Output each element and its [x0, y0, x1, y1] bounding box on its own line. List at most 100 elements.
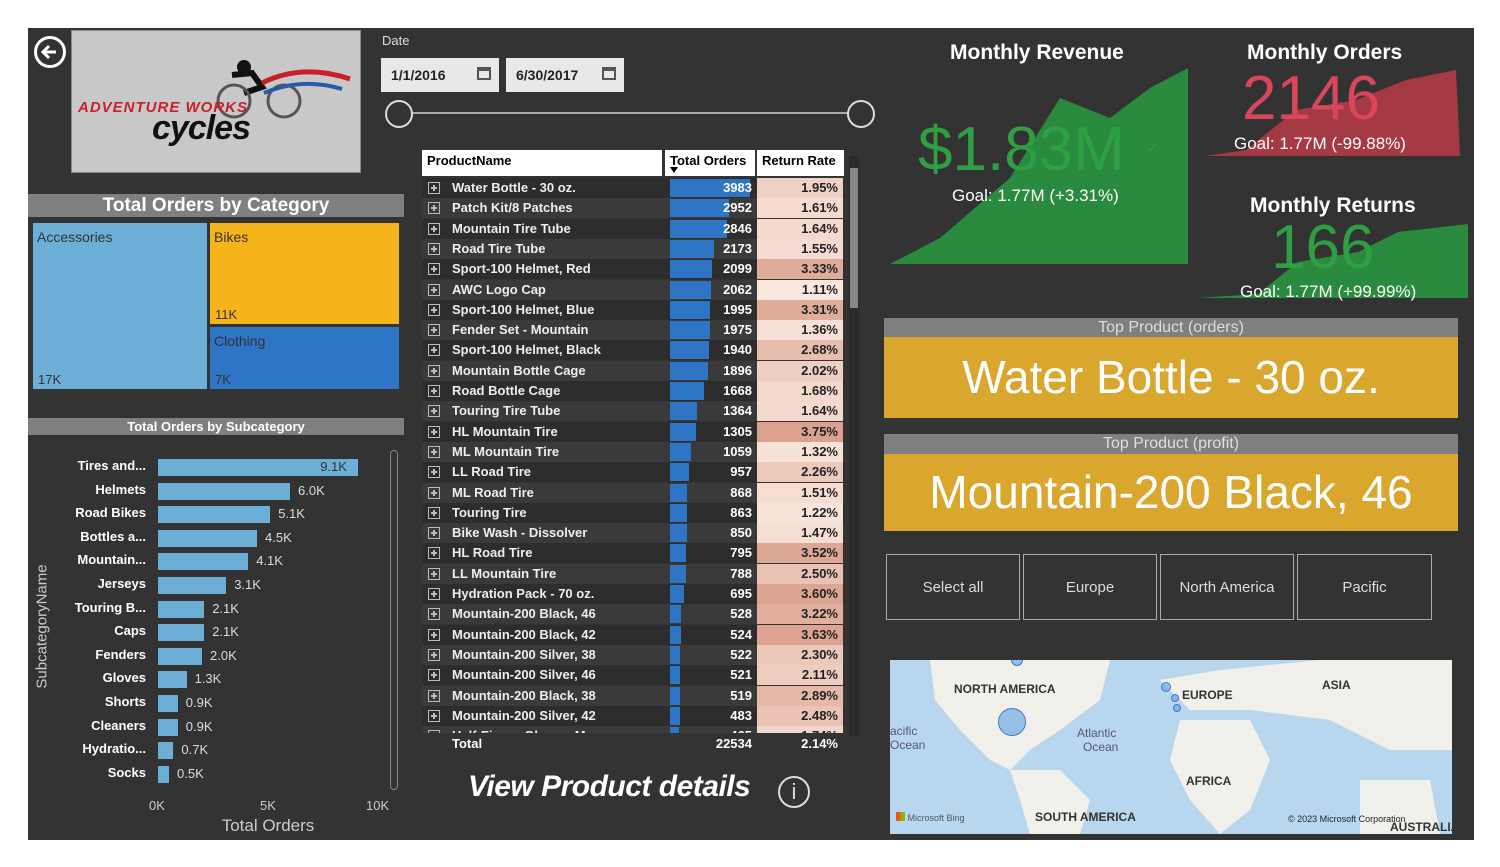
- expand-icon[interactable]: [428, 405, 440, 418]
- table-row[interactable]: ML Road Tire 868 1.51%: [422, 482, 844, 503]
- scrollbar-thumb[interactable]: [850, 168, 858, 308]
- table-row[interactable]: Mountain-200 Silver, 38 522 2.30%: [422, 644, 844, 665]
- bar[interactable]: [158, 765, 169, 783]
- column-header-product[interactable]: ProductName: [422, 150, 662, 176]
- back-button[interactable]: [34, 36, 66, 68]
- expand-icon[interactable]: [428, 364, 440, 377]
- expand-icon[interactable]: [428, 527, 440, 540]
- expand-icon[interactable]: [428, 608, 440, 621]
- region-pacific[interactable]: Pacific: [1297, 554, 1432, 620]
- table-row[interactable]: Half-Finger Gloves, M 465 1.74%: [422, 726, 844, 733]
- end-date-field[interactable]: 6/30/2017: [506, 58, 624, 92]
- expand-icon[interactable]: [428, 669, 440, 682]
- table-row[interactable]: Road Bottle Cage 1668 1.68%: [422, 381, 844, 401]
- date-slider-end-handle[interactable]: [847, 100, 875, 128]
- table-row[interactable]: ML Mountain Tire 1059 1.32%: [422, 441, 844, 462]
- map-bubble-germany[interactable]: [1171, 694, 1179, 702]
- region-north-america[interactable]: North America: [1160, 554, 1294, 620]
- expand-icon[interactable]: [428, 689, 440, 702]
- sales-map[interactable]: NORTH AMERICA EUROPE ASIA Atlantic Ocean…: [890, 660, 1452, 834]
- table-row[interactable]: Hydration Pack - 70 oz. 695 3.60%: [422, 584, 844, 604]
- bar[interactable]: [158, 553, 249, 571]
- map-bubble-north-america[interactable]: [998, 708, 1026, 736]
- expand-icon[interactable]: [428, 283, 440, 296]
- region-select-all[interactable]: Select all: [886, 554, 1020, 620]
- table-row[interactable]: Patch Kit/8 Patches 2952 1.61%: [422, 198, 844, 219]
- table-row[interactable]: LL Road Tire 957 2.26%: [422, 462, 844, 483]
- bar[interactable]: [158, 529, 257, 547]
- view-product-details-link[interactable]: View Product details: [468, 770, 751, 804]
- chart-scrollbar[interactable]: [390, 450, 398, 790]
- column-header-orders[interactable]: Total Orders: [665, 150, 755, 176]
- table-row[interactable]: Touring Tire Tube 1364 1.64%: [422, 401, 844, 422]
- expand-icon[interactable]: [428, 506, 440, 519]
- table-row[interactable]: Mountain-200 Black, 46 528 3.22%: [422, 604, 844, 625]
- map-bubble-france[interactable]: [1173, 704, 1181, 712]
- map-bubble-uk[interactable]: [1161, 682, 1171, 692]
- bar[interactable]: [158, 506, 271, 524]
- expand-icon[interactable]: [428, 628, 440, 641]
- table-scrollbar[interactable]: [849, 156, 859, 736]
- table-row[interactable]: HL Mountain Tire 1305 3.75%: [422, 421, 844, 442]
- date-slider-start-handle[interactable]: [385, 100, 413, 128]
- expand-icon[interactable]: [428, 730, 440, 733]
- expand-icon[interactable]: [428, 547, 440, 560]
- table-row[interactable]: HL Road Tire 795 3.52%: [422, 543, 844, 564]
- column-header-return-rate[interactable]: Return Rate: [757, 150, 844, 176]
- expand-icon[interactable]: [428, 344, 440, 357]
- table-row[interactable]: LL Mountain Tire 788 2.50%: [422, 563, 844, 584]
- expand-icon[interactable]: [428, 242, 440, 255]
- expand-icon[interactable]: [428, 445, 440, 458]
- table-row[interactable]: Fender Set - Mountain 1975 1.36%: [422, 320, 844, 341]
- bar[interactable]: [158, 600, 205, 618]
- expand-icon[interactable]: [428, 567, 440, 580]
- table-row[interactable]: Mountain Tire Tube 2846 1.64%: [422, 218, 844, 239]
- table-row[interactable]: AWC Logo Cap 2062 1.11%: [422, 279, 844, 300]
- info-icon[interactable]: i: [778, 776, 810, 808]
- table-row[interactable]: Mountain-200 Silver, 42 483 2.48%: [422, 705, 844, 726]
- bar[interactable]: [158, 647, 202, 665]
- expand-icon[interactable]: [428, 425, 440, 438]
- calendar-icon[interactable]: [477, 67, 491, 80]
- bar[interactable]: [158, 718, 178, 736]
- table-row[interactable]: Mountain Bottle Cage 1896 2.02%: [422, 360, 844, 381]
- bar-label: Road Bikes: [75, 505, 146, 521]
- expand-icon[interactable]: [428, 222, 440, 235]
- expand-icon[interactable]: [428, 588, 440, 600]
- expand-icon[interactable]: [428, 263, 440, 276]
- bar[interactable]: [158, 695, 178, 712]
- start-date-field[interactable]: 1/1/2016: [381, 58, 499, 92]
- expand-icon[interactable]: [428, 648, 440, 661]
- table-row[interactable]: Sport-100 Helmet, Red 2099 3.33%: [422, 259, 844, 280]
- table-row[interactable]: Road Tire Tube 2173 1.55%: [422, 238, 844, 259]
- expand-icon[interactable]: [428, 182, 440, 194]
- expand-icon[interactable]: [428, 385, 440, 397]
- bar[interactable]: [158, 624, 205, 642]
- table-row[interactable]: Mountain-200 Black, 42 524 3.63%: [422, 624, 844, 645]
- table-row[interactable]: Sport-100 Helmet, Blue 1995 3.31%: [422, 299, 844, 320]
- expand-icon[interactable]: [428, 303, 440, 316]
- table-row[interactable]: Water Bottle - 30 oz. 3983 1.95%: [422, 178, 844, 198]
- bar[interactable]: [158, 742, 174, 760]
- treemap-cell-clothing[interactable]: Clothing 7K: [210, 327, 399, 389]
- date-slider-track[interactable]: [400, 112, 860, 114]
- table-row[interactable]: Touring Tire 863 1.22%: [422, 502, 844, 523]
- bar[interactable]: [158, 671, 187, 689]
- table-row[interactable]: Bike Wash - Dissolver 850 1.47%: [422, 523, 844, 544]
- treemap-cell-bikes[interactable]: Bikes 11K: [210, 223, 399, 324]
- bar[interactable]: [158, 577, 227, 594]
- expand-icon[interactable]: [428, 466, 440, 479]
- table-row[interactable]: Sport-100 Helmet, Black 1940 2.68%: [422, 340, 844, 361]
- table-row[interactable]: Mountain-200 Silver, 46 521 2.11%: [422, 665, 844, 686]
- total-orders: 1668: [723, 383, 752, 398]
- map-label: AFRICA: [1186, 774, 1232, 788]
- table-row[interactable]: Mountain-200 Black, 38 519 2.89%: [422, 685, 844, 706]
- calendar-icon[interactable]: [602, 67, 616, 80]
- bar[interactable]: [158, 482, 290, 500]
- expand-icon[interactable]: [428, 709, 440, 722]
- expand-icon[interactable]: [428, 324, 440, 337]
- expand-icon[interactable]: [428, 486, 440, 499]
- treemap-cell-accessories[interactable]: Accessories 17K: [33, 223, 207, 389]
- expand-icon[interactable]: [428, 202, 440, 215]
- region-europe[interactable]: Europe: [1023, 554, 1157, 620]
